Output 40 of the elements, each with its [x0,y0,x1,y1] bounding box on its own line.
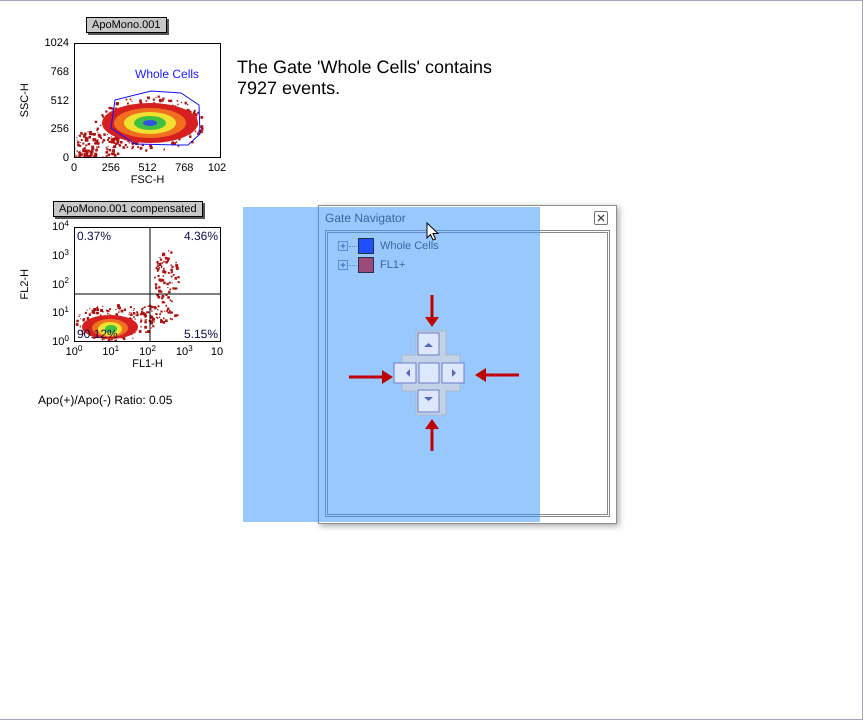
gate-tree-item[interactable]: Whole Cells [380,238,439,254]
window-title: Gate Navigator [325,210,406,227]
x-tick-label: 10$^{0}$ [66,346,82,358]
x-tick-label: 256 [102,162,120,174]
y-tick-label: 512 [50,94,69,106]
y-tick-label: 10$^{1}$ [52,307,69,320]
x-axis-label: FL1-H [132,358,163,371]
x-tick-label: 0 [70,162,78,174]
plot-title: ApoMono.001 [86,17,166,33]
y-tick-label: 10$^{2}$ [52,278,69,290]
gate-event-message: The Gate 'Whole Cells' contains 7927 events. [237,57,493,100]
x-tick-label: 102 [208,162,226,174]
x-axis-label: FSC-H [130,174,164,187]
x-tick-label: 10 [210,346,224,358]
plot-title: ApoMono.001 compensated [53,201,203,217]
y-tick-label: 10$^{4}$ [52,221,69,233]
y-tick-label: 0 [62,152,69,164]
gate-tree-item[interactable]: FL1+ [380,256,406,274]
x-tick-label: 10$^{2}$ [139,346,156,358]
quadrant-percentage: 5.15% [184,327,218,341]
ratio-caption: Apo(+)/Apo(-) Ratio: 0.05 [38,392,172,409]
gate-label: Whole Cells [135,67,200,81]
x-tick-label: 768 [175,162,194,174]
x-tick-label: 10$^{1}$ [102,346,120,358]
quadrant-percentage: 90.12% [77,327,118,341]
y-tick-label: 256 [50,123,69,136]
y-tick-label: 768 [50,66,69,78]
y-tick-label: 10$^{3}$ [52,250,69,262]
quadrant-percentage: 0.37% [77,229,112,243]
y-tick-label: 10$^{0}$ [52,336,69,348]
y-tick-label: 1024 [44,37,69,49]
x-tick-label: 10$^{3}$ [176,346,193,358]
y-axis-label: SSC-H [18,83,32,118]
close-button[interactable] [594,211,608,225]
expand-icon[interactable] [338,241,348,251]
expand-icon[interactable] [338,260,348,270]
quadrant-percentage: 4.36% [184,229,218,243]
x-tick-label: 512 [138,162,157,174]
close-icon [597,214,605,222]
y-axis-label: FL2-H [18,269,32,300]
